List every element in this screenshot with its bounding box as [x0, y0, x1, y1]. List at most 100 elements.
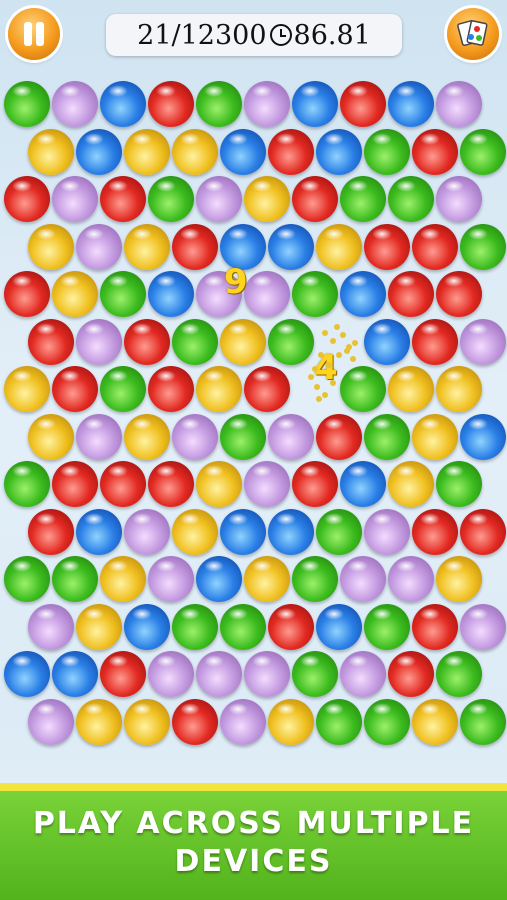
red-bubble[interactable]	[28, 508, 74, 555]
red-bubble[interactable]	[172, 223, 218, 270]
blue-bubble[interactable]	[124, 603, 170, 650]
blue-bubble[interactable]	[76, 128, 122, 175]
red-bubble[interactable]	[172, 698, 218, 745]
green-bubble[interactable]	[148, 176, 194, 222]
yellow-bubble[interactable]	[76, 698, 122, 745]
green-bubble[interactable]	[100, 366, 146, 412]
menu-button[interactable]	[447, 8, 499, 60]
red-bubble[interactable]	[388, 651, 434, 697]
red-bubble[interactable]	[100, 651, 146, 697]
purple-bubble[interactable]	[268, 413, 314, 460]
purple-bubble[interactable]	[244, 271, 290, 317]
green-bubble[interactable]	[436, 461, 482, 507]
yellow-bubble[interactable]	[172, 508, 218, 555]
purple-bubble[interactable]	[28, 603, 74, 650]
green-bubble[interactable]	[364, 128, 410, 175]
red-bubble[interactable]	[124, 318, 170, 365]
purple-bubble[interactable]	[52, 176, 98, 222]
red-bubble[interactable]	[4, 271, 50, 317]
purple-bubble[interactable]	[172, 413, 218, 460]
red-bubble[interactable]	[388, 271, 434, 317]
yellow-bubble[interactable]	[4, 366, 50, 412]
green-bubble[interactable]	[292, 271, 338, 317]
blue-bubble[interactable]	[316, 128, 362, 175]
green-bubble[interactable]	[52, 556, 98, 602]
green-bubble[interactable]	[340, 176, 386, 222]
red-bubble[interactable]	[412, 223, 458, 270]
blue-bubble[interactable]	[196, 556, 242, 602]
red-bubble[interactable]	[268, 128, 314, 175]
red-bubble[interactable]	[148, 366, 194, 412]
yellow-bubble[interactable]	[52, 271, 98, 317]
yellow-bubble[interactable]	[28, 128, 74, 175]
purple-bubble[interactable]	[196, 651, 242, 697]
red-bubble[interactable]	[52, 366, 98, 412]
yellow-bubble[interactable]	[124, 413, 170, 460]
red-bubble[interactable]	[4, 176, 50, 222]
yellow-bubble[interactable]	[244, 176, 290, 222]
green-bubble[interactable]	[388, 176, 434, 222]
green-bubble[interactable]	[364, 413, 410, 460]
blue-bubble[interactable]	[220, 508, 266, 555]
red-bubble[interactable]	[244, 366, 290, 412]
red-bubble[interactable]	[292, 176, 338, 222]
blue-bubble[interactable]	[52, 651, 98, 697]
purple-bubble[interactable]	[148, 651, 194, 697]
red-bubble[interactable]	[412, 318, 458, 365]
yellow-bubble[interactable]	[388, 461, 434, 507]
green-bubble[interactable]	[460, 128, 506, 175]
purple-bubble[interactable]	[52, 81, 98, 127]
blue-bubble[interactable]	[268, 223, 314, 270]
red-bubble[interactable]	[100, 176, 146, 222]
yellow-bubble[interactable]	[76, 603, 122, 650]
purple-bubble[interactable]	[76, 318, 122, 365]
blue-bubble[interactable]	[340, 271, 386, 317]
yellow-bubble[interactable]	[412, 698, 458, 745]
yellow-bubble[interactable]	[244, 556, 290, 602]
blue-bubble[interactable]	[76, 508, 122, 555]
purple-bubble[interactable]	[460, 603, 506, 650]
purple-bubble[interactable]	[364, 508, 410, 555]
yellow-bubble[interactable]	[28, 223, 74, 270]
green-bubble[interactable]	[340, 366, 386, 412]
red-bubble[interactable]	[148, 81, 194, 127]
blue-bubble[interactable]	[460, 413, 506, 460]
blue-bubble[interactable]	[100, 81, 146, 127]
yellow-bubble[interactable]	[268, 698, 314, 745]
red-bubble[interactable]	[364, 223, 410, 270]
red-bubble[interactable]	[412, 128, 458, 175]
purple-bubble[interactable]	[436, 176, 482, 222]
blue-bubble[interactable]	[220, 128, 266, 175]
yellow-bubble[interactable]	[316, 223, 362, 270]
purple-bubble[interactable]	[244, 81, 290, 127]
green-bubble[interactable]	[268, 318, 314, 365]
green-bubble[interactable]	[4, 81, 50, 127]
red-bubble[interactable]	[52, 461, 98, 507]
pause-button[interactable]	[8, 8, 60, 60]
yellow-bubble[interactable]	[436, 366, 482, 412]
green-bubble[interactable]	[364, 603, 410, 650]
blue-bubble[interactable]	[148, 271, 194, 317]
blue-bubble[interactable]	[268, 508, 314, 555]
purple-bubble[interactable]	[244, 651, 290, 697]
green-bubble[interactable]	[436, 651, 482, 697]
blue-bubble[interactable]	[316, 603, 362, 650]
red-bubble[interactable]	[340, 81, 386, 127]
yellow-bubble[interactable]	[196, 461, 242, 507]
green-bubble[interactable]	[316, 508, 362, 555]
green-bubble[interactable]	[460, 223, 506, 270]
purple-bubble[interactable]	[28, 698, 74, 745]
green-bubble[interactable]	[292, 651, 338, 697]
bubble-board[interactable]	[0, 70, 507, 770]
purple-bubble[interactable]	[76, 223, 122, 270]
yellow-bubble[interactable]	[220, 318, 266, 365]
yellow-bubble[interactable]	[124, 698, 170, 745]
purple-bubble[interactable]	[196, 176, 242, 222]
purple-bubble[interactable]	[220, 698, 266, 745]
purple-bubble[interactable]	[340, 556, 386, 602]
green-bubble[interactable]	[460, 698, 506, 745]
green-bubble[interactable]	[292, 556, 338, 602]
red-bubble[interactable]	[28, 318, 74, 365]
purple-bubble[interactable]	[460, 318, 506, 365]
green-bubble[interactable]	[316, 698, 362, 745]
